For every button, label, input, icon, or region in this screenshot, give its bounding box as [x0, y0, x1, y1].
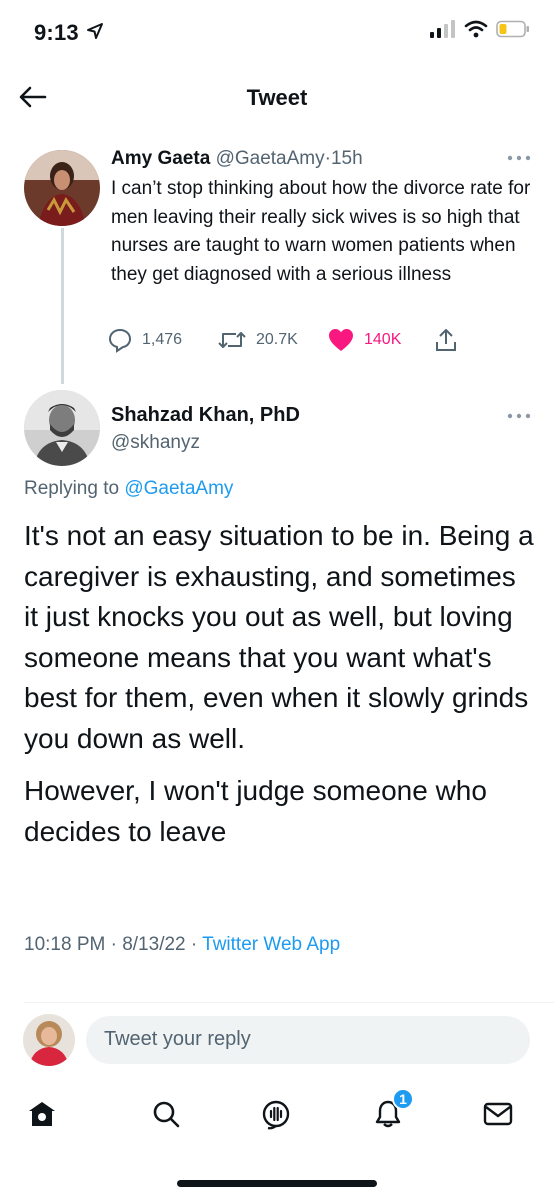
reply-paragraph: However, I won't judge someone who decid…: [24, 775, 487, 847]
reply-author-handle[interactable]: @skhanyz: [111, 432, 200, 454]
reply-action[interactable]: 1,476: [107, 327, 182, 353]
retweet-count: 20.7K: [256, 331, 298, 348]
nav-home[interactable]: [24, 1096, 60, 1132]
shahzad-avatar[interactable]: [24, 390, 100, 466]
mention-link[interactable]: @GaetaAmy: [124, 478, 233, 499]
nav-spaces[interactable]: [258, 1096, 294, 1132]
wifi-icon: [464, 20, 488, 38]
author-name[interactable]: Amy Gaeta: [111, 148, 210, 169]
amy-avatar[interactable]: [24, 150, 100, 226]
nav-search[interactable]: [148, 1096, 184, 1132]
cellular-signal-icon: [430, 20, 455, 38]
reply-icon: [108, 328, 132, 353]
tweet-meta: 10:18 PM · 8/13/22 · Twitter Web App: [24, 934, 340, 956]
retweet-action[interactable]: 20.7K: [217, 327, 298, 353]
tweet-timestamp[interactable]: 10:18 PM · 8/13/22 ·: [24, 934, 202, 955]
bottom-nav: 1: [0, 1082, 554, 1146]
heart-filled-icon: [329, 329, 353, 351]
status-bar: 9:13: [0, 0, 554, 66]
tweet-source-link[interactable]: Twitter Web App: [202, 934, 340, 955]
share-icon: [436, 329, 456, 351]
status-time: 9:13: [34, 20, 79, 45]
divider: [24, 1002, 554, 1003]
reply-paragraph: It's not an easy situation to be in. Bei…: [24, 520, 534, 754]
replying-to-line: Replying to @GaetaAmy: [24, 478, 233, 500]
engagement-stats-clipped: [24, 986, 444, 1002]
spaces-icon: [262, 1100, 290, 1130]
parent-tweet-header: Amy Gaeta @GaetaAmy·15h: [111, 148, 363, 170]
parent-tweet-text: I can’t stop thinking about how the divo…: [111, 178, 531, 285]
share-action[interactable]: [433, 327, 459, 353]
author-handle[interactable]: @GaetaAmy: [216, 148, 325, 169]
avatar-photo: [24, 150, 100, 226]
more-options-icon[interactable]: [505, 411, 533, 421]
reply-input[interactable]: Tweet your reply: [86, 1016, 530, 1064]
current-user-avatar[interactable]: [23, 1014, 75, 1066]
mail-icon: [483, 1102, 513, 1126]
status-indicators: [430, 20, 530, 38]
avatar-photo: [23, 1014, 75, 1066]
avatar-photo: [24, 390, 100, 466]
search-icon: [153, 1101, 180, 1128]
tweet-time: 15h: [330, 148, 363, 169]
reply-author-name[interactable]: Shahzad Khan, PhD: [111, 404, 300, 427]
top-header: Tweet: [0, 66, 554, 130]
notification-badge: 1: [392, 1088, 414, 1110]
battery-low-icon: [496, 20, 529, 38]
like-action[interactable]: 140K: [327, 327, 401, 353]
nav-messages[interactable]: [480, 1096, 516, 1132]
more-options-icon[interactable]: [505, 153, 533, 163]
parent-tweet-actions: 1,476 20.7K 140K: [107, 327, 467, 357]
thread-connector-line: [61, 228, 64, 384]
home-indicator: [177, 1180, 377, 1187]
replying-to-label: Replying to: [24, 478, 125, 499]
location-arrow-icon: [87, 23, 103, 39]
page-title: Tweet: [246, 85, 308, 110]
reply-count: 1,476: [142, 331, 183, 348]
home-icon: [29, 1102, 55, 1126]
like-count: 140K: [364, 331, 402, 348]
retweet-icon: [218, 332, 246, 348]
nav-notifications[interactable]: 1: [370, 1088, 414, 1132]
reply-tweet-text: It's not an easy situation to be in. Bei…: [24, 516, 534, 852]
